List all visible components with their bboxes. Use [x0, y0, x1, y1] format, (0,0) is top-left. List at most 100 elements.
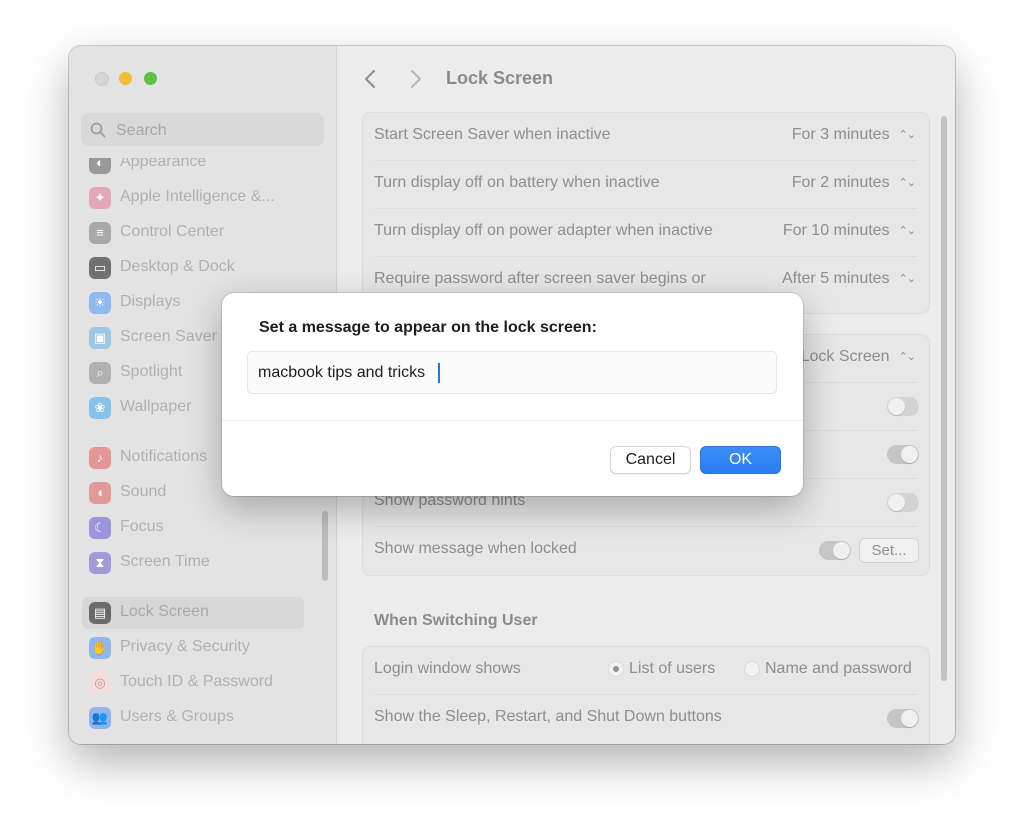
- switching-user-group: Login window shows List of users Name an…: [362, 646, 930, 744]
- sidebar-item-label: Apple Intelligence &...: [120, 188, 275, 205]
- sidebar-item-label: Touch ID & Password: [120, 673, 273, 690]
- popup-value: After 5 minutes: [781, 270, 890, 287]
- sidebar-scrollbar[interactable]: [322, 511, 328, 581]
- sidebar-item-appearance[interactable]: ◐ Appearance: [82, 158, 304, 179]
- lock-screen-icon: ▤: [89, 602, 111, 624]
- close-window-button[interactable]: [95, 72, 109, 86]
- show-message-toggle[interactable]: [819, 541, 851, 560]
- screen-saver-icon: ▣: [89, 327, 111, 349]
- cancel-button[interactable]: Cancel: [610, 446, 691, 474]
- popup-value: Lock Screen: [800, 348, 890, 365]
- option-toggle[interactable]: [887, 445, 919, 464]
- sidebar-item-label: Appearance: [120, 158, 207, 170]
- sidebar-item-label: Lock Screen: [120, 603, 209, 620]
- search-input[interactable]: [114, 119, 318, 142]
- show-password-hints-toggle[interactable]: [887, 493, 919, 512]
- desktop-dock-icon: ▭: [89, 257, 111, 279]
- login-window-label: Login window shows: [374, 660, 521, 677]
- sidebar-item-label: Wallpaper: [120, 398, 192, 415]
- section-title: When Switching User: [374, 612, 538, 629]
- sidebar-item-label: Screen Saver: [120, 328, 217, 345]
- screen-saver-settings-group: Start Screen Saver when inactive For 3 m…: [362, 112, 930, 314]
- sidebar-item-users-groups[interactable]: 👥 Users & Groups: [82, 702, 304, 734]
- sidebar-item-label: Spotlight: [120, 363, 183, 380]
- setting-row: Show message when locked Set...: [363, 527, 929, 574]
- name-and-password-label: Name and password: [765, 660, 912, 677]
- wallpaper-icon: ❀: [89, 397, 111, 419]
- display-off-battery-popup[interactable]: For 2 minutes ⌃⌄: [791, 174, 916, 192]
- spotlight-icon: ⌕: [89, 362, 111, 384]
- appearance-icon: ◐: [89, 158, 111, 174]
- chevron-up-down-icon: ⌃⌄: [898, 225, 916, 237]
- sidebar-item-touch-id[interactable]: ◎ Touch ID & Password: [82, 667, 304, 699]
- sidebar-item-label: Focus: [120, 518, 164, 535]
- displays-icon: ☀: [89, 292, 111, 314]
- name-and-password-radio[interactable]: [744, 661, 760, 677]
- sidebar-item-label: Notifications: [120, 448, 208, 465]
- list-of-users-label: List of users: [629, 660, 716, 677]
- focus-icon: ☾: [89, 517, 111, 539]
- popup-value: For 2 minutes: [791, 174, 890, 191]
- sidebar-item-desktop-dock[interactable]: ▭ Desktop & Dock: [82, 252, 304, 284]
- popup-value: For 10 minutes: [782, 222, 890, 239]
- chevron-up-down-icon: ⌃⌄: [898, 273, 916, 285]
- setting-label: Turn display off on power adapter when i…: [374, 222, 713, 239]
- forward-chevron-icon[interactable]: [405, 68, 425, 90]
- option-toggle[interactable]: [887, 397, 919, 416]
- sidebar-item-focus[interactable]: ☾ Focus: [82, 512, 304, 544]
- setting-row: Turn display off on power adapter when i…: [363, 209, 929, 256]
- page-title: Lock Screen: [446, 68, 554, 88]
- setting-label: Turn display off on battery when inactiv…: [374, 174, 660, 191]
- show-message-label: Show message when locked: [374, 540, 577, 557]
- search-icon: [90, 122, 106, 138]
- show-buttons-toggle[interactable]: [887, 709, 919, 728]
- setting-row: Show the Sleep, Restart, and Shut Down b…: [363, 695, 929, 742]
- show-buttons-label: Show the Sleep, Restart, and Shut Down b…: [374, 708, 722, 725]
- apple-intelligence-icon: ✦: [89, 187, 111, 209]
- setting-row: Turn display off on battery when inactiv…: [363, 161, 929, 208]
- lock-screen-popup[interactable]: Lock Screen ⌃⌄: [800, 348, 916, 366]
- list-of-users-radio[interactable]: [608, 661, 624, 677]
- screen-time-icon: ⧗: [89, 552, 111, 574]
- chevron-up-down-icon: ⌃⌄: [898, 129, 916, 141]
- sidebar-item-privacy-security[interactable]: ✋ Privacy & Security: [82, 632, 304, 664]
- back-chevron-icon[interactable]: [361, 68, 381, 90]
- screen-saver-delay-popup[interactable]: For 3 minutes ⌃⌄: [791, 126, 916, 144]
- touch-id-icon: ◎: [89, 672, 111, 694]
- sidebar-item-apple-intelligence[interactable]: ✦ Apple Intelligence &...: [82, 182, 304, 214]
- chevron-up-down-icon: ⌃⌄: [898, 351, 916, 363]
- text-caret: [438, 363, 440, 383]
- ok-button[interactable]: OK: [700, 446, 781, 474]
- sound-icon: ◖: [89, 482, 111, 504]
- sidebar-item-label: Displays: [120, 293, 181, 310]
- sidebar-item-label: Control Center: [120, 223, 225, 240]
- sidebar-item-label: Privacy & Security: [120, 638, 250, 655]
- maximize-window-button[interactable]: [144, 72, 157, 85]
- privacy-security-icon: ✋: [89, 637, 111, 659]
- sidebar-item-label: Users & Groups: [120, 708, 234, 725]
- lock-message-input[interactable]: [247, 351, 777, 394]
- lock-message-dialog: Set a message to appear on the lock scre…: [222, 293, 803, 496]
- notifications-icon: ♪: [89, 447, 111, 469]
- setting-label: Start Screen Saver when inactive: [374, 126, 611, 143]
- dialog-prompt: Set a message to appear on the lock scre…: [259, 319, 597, 336]
- search-field[interactable]: [81, 113, 324, 146]
- users-groups-icon: 👥: [89, 707, 111, 729]
- setting-label: Require password after screen saver begi…: [374, 270, 706, 287]
- chevron-up-down-icon: ⌃⌄: [898, 177, 916, 189]
- dialog-divider: [222, 420, 803, 421]
- control-center-icon: ≡: [89, 222, 111, 244]
- setting-row: Login window shows List of users Name an…: [363, 647, 929, 694]
- sidebar-item-control-center[interactable]: ≡ Control Center: [82, 217, 304, 249]
- sidebar-item-screen-time[interactable]: ⧗ Screen Time: [82, 547, 304, 579]
- sidebar-item-lock-screen[interactable]: ▤ Lock Screen: [82, 597, 304, 629]
- sidebar-item-label: Screen Time: [120, 553, 210, 570]
- minimize-window-button[interactable]: [119, 72, 132, 85]
- sidebar-item-label: Sound: [120, 483, 167, 500]
- main-scrollbar[interactable]: [941, 116, 947, 681]
- sidebar-item-label: Desktop & Dock: [120, 258, 235, 275]
- display-off-adapter-popup[interactable]: For 10 minutes ⌃⌄: [782, 222, 916, 240]
- set-message-button[interactable]: Set...: [859, 538, 919, 563]
- require-password-popup[interactable]: After 5 minutes ⌃⌄: [781, 270, 916, 288]
- popup-value: For 3 minutes: [791, 126, 890, 143]
